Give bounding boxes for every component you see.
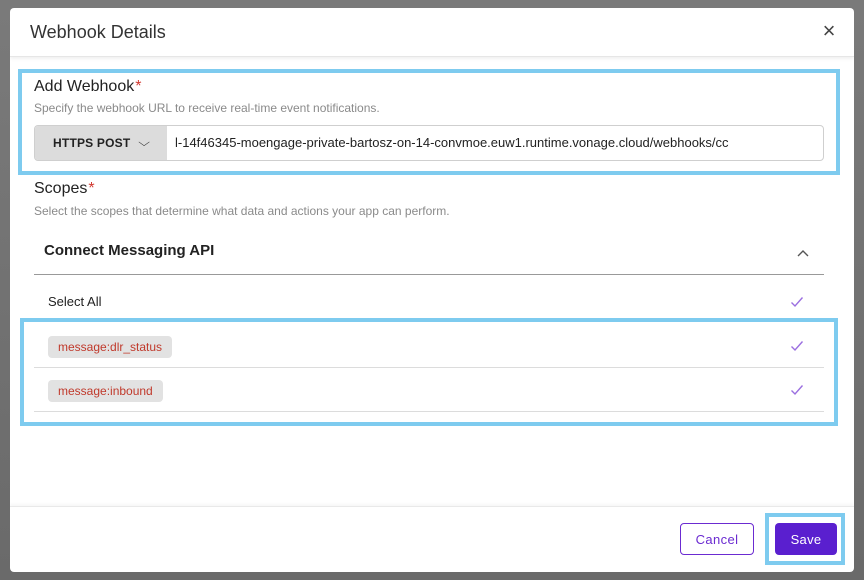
scopes-label: Scopes* [34, 180, 95, 198]
webhook-details-dialog: Webhook Details × Add Webhook* Specify t… [10, 8, 854, 572]
chevron-down-icon: ⌵ [138, 136, 151, 149]
webhook-url-row: HTTPS POST ⌵ l-14f46345-moengage-private… [34, 125, 824, 161]
scope-chip: message:inbound [48, 380, 163, 402]
webhook-url-input[interactable]: l-14f46345-moengage-private-bartosz-on-1… [175, 126, 823, 160]
add-webhook-hint: Specify the webhook URL to receive real-… [34, 101, 380, 115]
http-method-select[interactable]: HTTPS POST ⌵ [35, 126, 167, 160]
select-all-label: Select All [48, 294, 102, 309]
dialog-footer: Cancel Save [10, 506, 854, 572]
check-icon [791, 341, 804, 352]
scopes-hint: Select the scopes that determine what da… [34, 204, 450, 218]
required-mark: * [88, 180, 95, 197]
scope-chip: message:dlr_status [48, 336, 173, 358]
check-icon [791, 297, 804, 308]
scope-row-dlr-status[interactable]: message:dlr_status [34, 324, 824, 368]
dialog-header: Webhook Details × [10, 8, 854, 57]
add-webhook-label-text: Add Webhook [34, 78, 135, 95]
chevron-up-icon [797, 250, 809, 257]
close-icon: × [822, 18, 836, 43]
select-all-row[interactable]: Select All [34, 280, 824, 324]
scope-row-inbound[interactable]: message:inbound [34, 368, 824, 412]
http-method-value: HTTPS POST [53, 136, 131, 150]
dialog-title: Webhook Details [30, 22, 166, 42]
accordion-connect-messaging-api[interactable]: Connect Messaging API [34, 230, 824, 275]
cancel-button[interactable]: Cancel [680, 523, 754, 555]
close-button[interactable]: × [818, 20, 840, 42]
accordion-title: Connect Messaging API [44, 242, 215, 259]
required-mark: * [135, 78, 142, 95]
scopes-label-text: Scopes [34, 180, 88, 197]
save-button[interactable]: Save [775, 523, 837, 555]
check-icon [791, 385, 804, 396]
add-webhook-label: Add Webhook* [34, 78, 141, 96]
